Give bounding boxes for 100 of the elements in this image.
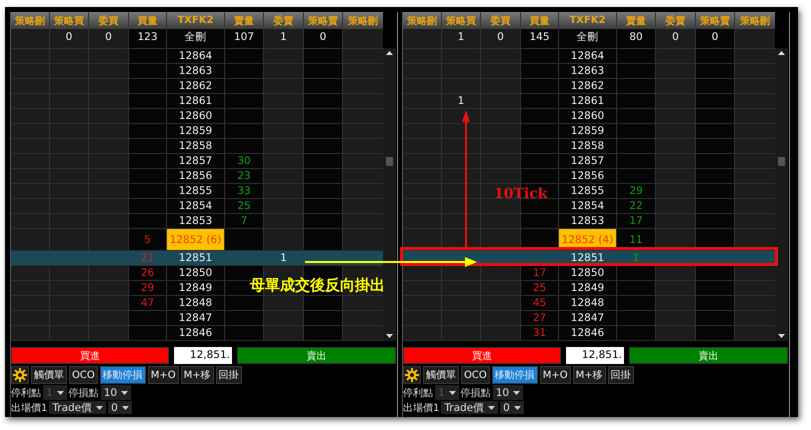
column-header: 策略刪: [403, 12, 441, 29]
cancel-all-button[interactable]: 全刪: [559, 29, 616, 44]
tool-button[interactable]: M+O: [540, 366, 571, 384]
total-cell-text: 0: [64, 30, 74, 44]
column-header: 買量: [129, 12, 166, 29]
price-cell-text: 12860: [178, 109, 214, 123]
total-cell-text: 0: [104, 30, 113, 44]
table-cell-text: 27: [532, 311, 548, 325]
tool-button[interactable]: 回掛: [216, 366, 242, 384]
tool-button[interactable]: M+移: [180, 366, 214, 384]
price-cell-text: 12849: [178, 281, 214, 295]
scroll-down-icon: [386, 334, 393, 338]
column-header: TXFK2: [559, 12, 616, 29]
field-label: 出場價1: [11, 402, 48, 414]
field-label: 出場價1: [403, 402, 440, 414]
column-header: 策略賣: [696, 12, 734, 29]
table-cell-text: 1: [279, 251, 288, 265]
cancel-all-button[interactable]: 全刪: [167, 29, 224, 44]
price-cell-text: 12853: [570, 214, 606, 228]
selected-row[interactable]: 21 12851 1: [11, 251, 383, 266]
total-cell-text: 145: [528, 30, 551, 44]
price-cell: 12852 (6): [167, 229, 224, 250]
column-header: 委買: [89, 12, 128, 29]
offset-dropdown[interactable]: 0: [108, 401, 132, 414]
scroll-up-icon: [778, 51, 785, 55]
sell-button[interactable]: 賣出: [629, 347, 788, 364]
total-cell-text: 0: [671, 30, 680, 44]
offset-dropdown[interactable]: 0: [500, 401, 524, 414]
price-cell-text: 12861: [178, 94, 214, 108]
price-cell-text: 12849: [570, 281, 606, 295]
gear-icon: [405, 368, 419, 382]
scrollbar[interactable]: [775, 48, 788, 341]
price-cell-text: 12857: [570, 154, 606, 168]
table-cell-text: 30: [236, 154, 252, 168]
tool-button[interactable]: M+移: [572, 366, 606, 384]
settings-button[interactable]: [403, 366, 421, 384]
table-cell-text: 11: [628, 232, 644, 248]
column-header: 策略刪: [735, 12, 775, 29]
price-cell-text: 12853: [178, 214, 214, 228]
buy-button[interactable]: 買進: [403, 347, 561, 364]
column-header: 買量: [521, 12, 558, 29]
tool-button[interactable]: 移動停損: [100, 366, 146, 384]
scrollbar[interactable]: [383, 48, 396, 341]
sell-button[interactable]: 賣出: [237, 347, 396, 364]
column-header: 策略刪: [343, 12, 383, 29]
column-header: 賣量: [225, 12, 263, 29]
price-cell-text: 12848: [178, 296, 214, 310]
total-cell-text: 0: [710, 30, 720, 44]
price-cell-text: 12861: [570, 94, 606, 108]
price-field[interactable]: 12,851.: [174, 347, 232, 364]
table-cell-text: 45: [532, 296, 548, 310]
column-header: 委賣: [656, 12, 695, 29]
table-cell-text: 7: [240, 214, 248, 228]
annotation-text: 10Tick: [494, 186, 548, 202]
caret-icon: [488, 406, 496, 410]
exit-price-dropdown[interactable]: Trade價: [441, 401, 498, 414]
tool-button[interactable]: OCO: [69, 366, 98, 384]
tool-button[interactable]: 回掛: [608, 366, 634, 384]
total-cell-text: 107: [232, 30, 256, 44]
table-cell-text: 1: [456, 94, 466, 108]
tool-button[interactable]: 觸價單: [423, 366, 459, 384]
stop-loss-dropdown[interactable]: 10: [100, 385, 132, 400]
stop-loss-dropdown[interactable]: 10: [492, 385, 524, 400]
price-cell-text: 12862: [570, 79, 606, 93]
column-header: 委買: [481, 12, 520, 29]
price-cell-text: 12858: [570, 139, 606, 153]
total-cell-text: 0: [496, 30, 505, 44]
tool-button[interactable]: M+O: [148, 366, 179, 384]
tool-button[interactable]: OCO: [461, 366, 490, 384]
field-label: 停利點: [403, 386, 433, 400]
caret-icon: [514, 406, 521, 410]
annotation-text: 母單成交後反向掛出: [250, 276, 385, 295]
caret-icon: [96, 406, 104, 410]
price-cell-text: 12864: [570, 49, 606, 63]
column-header: 策略賣: [304, 12, 342, 29]
tool-button[interactable]: 移動停損: [492, 366, 538, 384]
field-label: 停利點: [11, 386, 41, 400]
column-header: 賣量: [617, 12, 655, 29]
settings-button[interactable]: [11, 366, 29, 384]
table-cell-text: 31: [532, 326, 548, 340]
scroll-thumb[interactable]: [778, 157, 785, 166]
price-field[interactable]: 12,851.: [566, 347, 624, 364]
price-cell-text: 12864: [178, 49, 214, 63]
tool-button[interactable]: 觸價單: [31, 366, 67, 384]
scroll-thumb[interactable]: [386, 157, 393, 166]
price-cell-text: 12863: [570, 64, 606, 78]
caret-icon: [448, 390, 456, 394]
price-cell-text: 12860: [570, 109, 606, 123]
table-cell-text: 33: [236, 184, 252, 198]
table-cell-text: 23: [236, 169, 252, 183]
field-label: 停損點: [68, 386, 99, 400]
price-cell-text: 12850: [570, 266, 606, 280]
scroll-down-icon: [778, 334, 785, 338]
table-cell-text: 26: [140, 266, 156, 280]
price-cell-text: 12854: [570, 199, 606, 213]
buy-button[interactable]: 買進: [11, 347, 169, 364]
table-cell-text: 21: [140, 251, 156, 265]
price-cell-text: 12846: [570, 326, 606, 340]
table-cell-text: 1: [632, 251, 640, 265]
exit-price-dropdown[interactable]: Trade價: [49, 401, 106, 414]
